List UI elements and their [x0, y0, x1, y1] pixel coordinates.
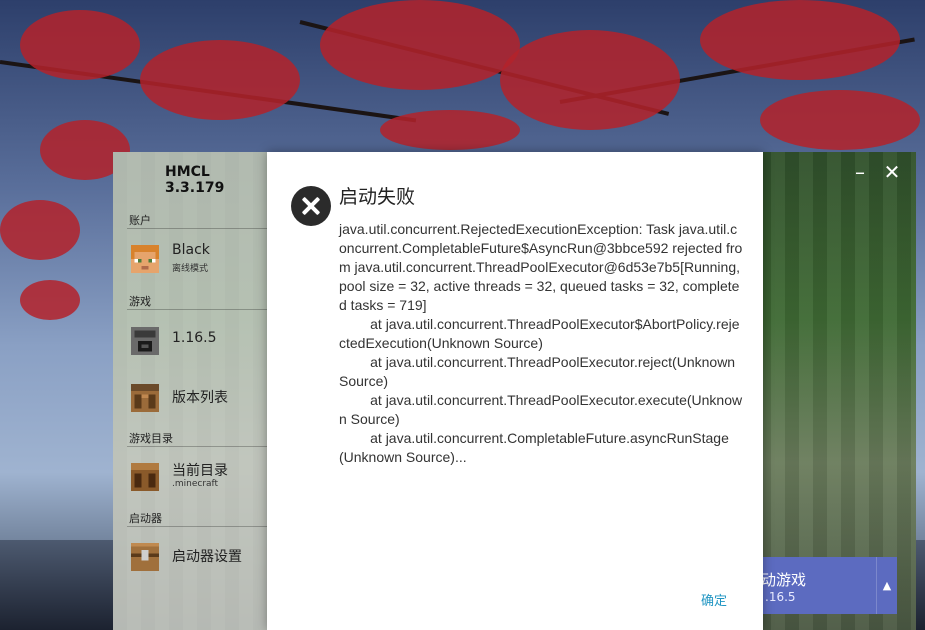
divider — [127, 309, 267, 310]
dialog-message: java.util.concurrent.RejectedExecutionEx… — [339, 221, 743, 465]
section-game: 游戏 — [129, 295, 151, 308]
divider — [127, 526, 267, 527]
sidebar-item-label: 启动器设置 — [172, 549, 242, 565]
section-launcher: 启动器 — [129, 512, 162, 525]
section-account: 账户 — [129, 214, 151, 227]
version-menu-button[interactable]: ▲ — [877, 557, 897, 614]
account-name: Black — [172, 242, 210, 258]
steve-avatar-icon — [131, 245, 159, 273]
sidebar-item-current-dir[interactable]: 当前目录 .minecraft — [127, 458, 267, 498]
launch-version: .16.5 — [765, 590, 796, 604]
sidebar-item-launcher-settings[interactable]: 启动器设置 — [127, 538, 267, 578]
sidebar-item-version-list[interactable]: 版本列表 — [127, 379, 267, 419]
sidebar-item-label: 当前目录 — [172, 463, 228, 479]
divider — [127, 446, 267, 447]
minimize-button[interactable]: – — [848, 160, 872, 184]
divider — [127, 228, 267, 229]
sidebar: HMCL 3.3.179 账户 Black 离线模式 游戏 1.16.5 版本列… — [113, 152, 267, 630]
sidebar-item-label: 版本列表 — [172, 390, 228, 406]
crafting-table-icon — [131, 384, 159, 412]
app-title: HMCL 3.3.179 — [165, 164, 225, 196]
error-icon — [291, 186, 331, 226]
dialog-title: 启动失败 — [339, 186, 416, 208]
launch-failed-dialog: 启动失败 java.util.concurrent.RejectedExecut… — [267, 152, 763, 630]
launch-title: 动游戏 — [761, 571, 807, 589]
sidebar-item-label: 1.16.5 — [172, 330, 217, 346]
account-item[interactable]: Black 离线模式 — [127, 240, 267, 280]
crafting-table-icon — [131, 463, 159, 491]
chest-icon — [131, 543, 159, 571]
close-button[interactable]: ✕ — [880, 160, 904, 184]
account-mode: 离线模式 — [172, 264, 209, 274]
sidebar-item-version[interactable]: 1.16.5 — [127, 322, 267, 362]
furnace-icon — [131, 327, 159, 355]
section-game-dir: 游戏目录 — [129, 432, 173, 445]
sidebar-item-sub: .minecraft — [172, 479, 219, 489]
confirm-button[interactable]: 确定 — [701, 590, 727, 609]
title-bar: – ✕ — [756, 152, 916, 192]
